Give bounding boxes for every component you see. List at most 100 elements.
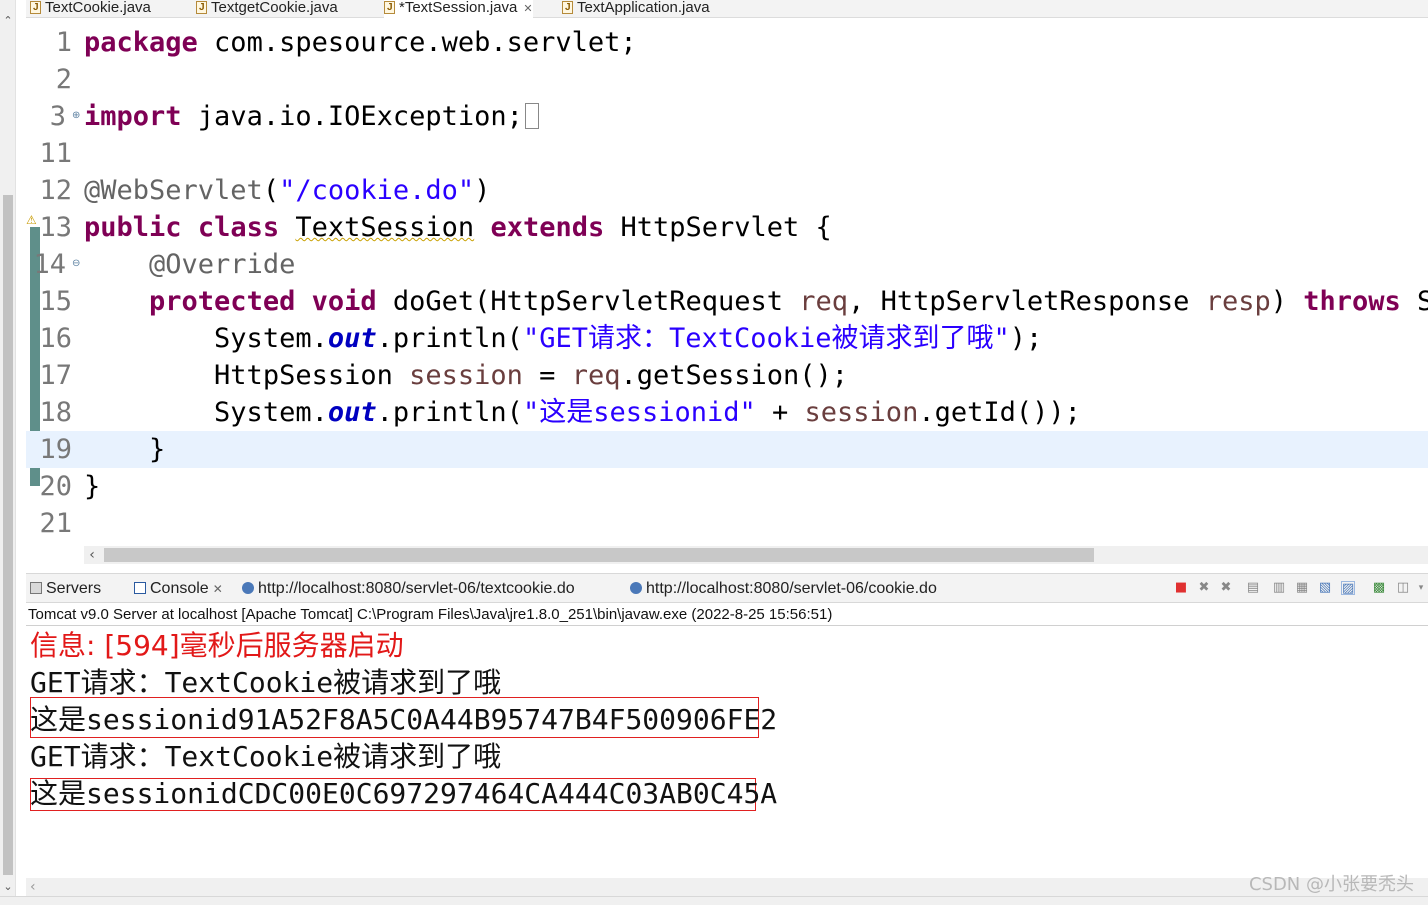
editor-scroll-thumb[interactable] — [104, 548, 1094, 562]
local-var: req — [571, 360, 621, 391]
package-name: com.spesource.web.servlet; — [197, 27, 637, 58]
close-tab-icon[interactable]: ✕ — [523, 3, 532, 15]
string-literal: "/cookie.do" — [279, 175, 475, 206]
keyword: class — [197, 212, 280, 243]
console-horizontal-scrollbar[interactable]: ‹ — [26, 878, 1428, 896]
scroll-lock-icon[interactable]: ▤ — [1246, 581, 1260, 595]
local-var: session — [409, 360, 523, 391]
tab-console[interactable]: Console ✕ — [134, 580, 223, 598]
code-line: 2 — [26, 61, 1428, 98]
pin-console-icon[interactable]: ▦ — [1295, 581, 1309, 595]
outer-scroll-thumb[interactable] — [3, 195, 13, 875]
tab-textapplication[interactable]: TextApplication.java — [562, 0, 710, 18]
tab-textcookie[interactable]: TextCookie.java — [30, 0, 151, 18]
tab-textcookie-url[interactable]: http://localhost:8080/servlet-06/textcoo… — [242, 580, 575, 598]
code-editor[interactable]: 1 package com.spesource.web.servlet; 2 3… — [26, 19, 1428, 546]
method-call: .println( — [376, 397, 523, 428]
tab-label: TextCookie.java — [45, 0, 151, 16]
current-code-line: 19 } — [26, 431, 1428, 468]
tab-label: Console — [150, 580, 209, 597]
code-line: ⚠ 13 public class TextSession extends Ht… — [26, 209, 1428, 246]
scroll-left-arrow-icon[interactable]: ‹ — [30, 878, 36, 896]
closing-brace: } — [84, 471, 101, 502]
method-signature: doGet(HttpServletRequest — [376, 286, 800, 317]
tab-label: Servers — [46, 580, 102, 597]
console-line: 这是sessionidCDC00E0C697297464CA444C03AB0C… — [30, 777, 778, 810]
servers-icon — [30, 582, 42, 594]
string-literal: "GET请求：TextCookie被请求到了哦" — [522, 323, 1010, 354]
word-wrap-icon[interactable]: ▧ — [1318, 581, 1332, 595]
display-selected-console-icon[interactable]: ◫ — [1396, 581, 1410, 595]
closing-brace: } — [149, 434, 166, 465]
code-line: 17 HttpSession session = req.getSession(… — [26, 357, 1428, 394]
tab-textgetcookie[interactable]: TextgetCookie.java — [196, 0, 338, 18]
system-class: System. — [214, 323, 328, 354]
tab-servers[interactable]: Servers — [30, 580, 101, 598]
code-line: 20 } — [26, 468, 1428, 505]
tab-label: TextgetCookie.java — [211, 0, 338, 16]
tab-label: http://localhost:8080/servlet-06/textcoo… — [258, 580, 575, 597]
console-output[interactable]: 信息: [594]毫秒后服务器启动 GET请求：TextCookie被请求到了哦… — [26, 627, 1428, 877]
local-var: session — [804, 397, 919, 428]
code-line: 21 — [26, 505, 1428, 542]
method-call: .getSession(); — [620, 360, 849, 391]
editor-horizontal-scrollbar[interactable]: ‹ — [84, 546, 1428, 564]
keyword: throws — [1303, 286, 1401, 317]
watermark: CSDN @小张要秃头 — [1248, 874, 1414, 895]
console-line: GET请求：TextCookie被请求到了哦 — [30, 740, 502, 773]
method-signature: , HttpServletResponse — [848, 286, 1206, 317]
string-literal: "这是sessionid" — [522, 397, 756, 428]
status-bar — [0, 896, 1428, 905]
super-class: HttpServlet { — [604, 212, 832, 243]
static-field: out — [327, 323, 377, 354]
code-line: 11 — [26, 135, 1428, 172]
line-number: 16 — [39, 323, 72, 354]
line-number: 1 — [55, 27, 72, 58]
chevron-down-icon[interactable]: ▾ — [1414, 581, 1428, 595]
folded-imports-box[interactable] — [524, 103, 539, 129]
tab-cookie-url[interactable]: http://localhost:8080/servlet-06/cookie.… — [630, 580, 937, 598]
globe-icon — [630, 582, 642, 594]
operator: = — [522, 360, 572, 391]
remove-launch-icon[interactable]: ✖ — [1197, 581, 1211, 595]
fold-expand-icon[interactable]: ⊕ — [72, 110, 80, 121]
open-console-icon[interactable]: ▩ — [1372, 581, 1386, 595]
line-number: 19 — [39, 434, 72, 465]
keyword: package — [84, 27, 198, 58]
java-file-icon — [196, 0, 207, 16]
method-call: .println( — [376, 323, 523, 354]
system-class: System. — [214, 397, 328, 428]
console-process-header: Tomcat v9.0 Server at localhost [Apache … — [26, 604, 1428, 626]
console-line: GET请求：TextCookie被请求到了哦 — [30, 666, 502, 699]
line-number: 11 — [39, 138, 72, 169]
clear-console-icon[interactable]: ▥ — [1272, 581, 1286, 595]
show-on-output-icon[interactable]: ▨ — [1341, 581, 1355, 596]
tab-label: *TextSession.java — [399, 0, 518, 16]
line-number: 3 — [49, 101, 66, 132]
remove-all-icon[interactable]: ✖ — [1219, 581, 1233, 595]
scroll-up-arrow-icon[interactable]: ⌃ — [0, 14, 16, 27]
class-name: TextSession — [295, 212, 475, 243]
keyword: public — [84, 212, 182, 243]
panel-tab-bar: Servers Console ✕ http://localhost:8080/s… — [26, 573, 1428, 603]
line-number: 20 — [39, 471, 72, 502]
param-name: req — [799, 286, 849, 317]
terminate-icon[interactable]: ■ — [1174, 581, 1188, 595]
line-number: 14 — [33, 249, 66, 280]
keyword: import — [84, 101, 182, 132]
param-name: resp — [1205, 286, 1271, 317]
annotation: @Override — [149, 249, 296, 280]
code-line: 1 package com.spesource.web.servlet; — [26, 24, 1428, 61]
console-line: 这是sessionid91A52F8A5C0A44B95747B4F500906… — [30, 703, 778, 736]
operator: + — [755, 397, 805, 428]
outer-vertical-scrollbar[interactable]: ⌃ ⌄ — [0, 0, 16, 905]
scroll-down-arrow-icon[interactable]: ⌄ — [0, 880, 16, 893]
static-field: out — [327, 397, 377, 428]
fold-collapse-icon[interactable]: ⊖ — [72, 258, 80, 269]
scroll-left-arrow-icon[interactable]: ‹ — [84, 546, 100, 564]
tab-textsession[interactable]: *TextSession.java ✕ — [384, 0, 533, 18]
method-signature: Se — [1417, 286, 1428, 317]
java-file-icon — [562, 0, 573, 16]
close-tab-icon[interactable]: ✕ — [213, 582, 223, 596]
java-file-icon — [384, 0, 395, 16]
